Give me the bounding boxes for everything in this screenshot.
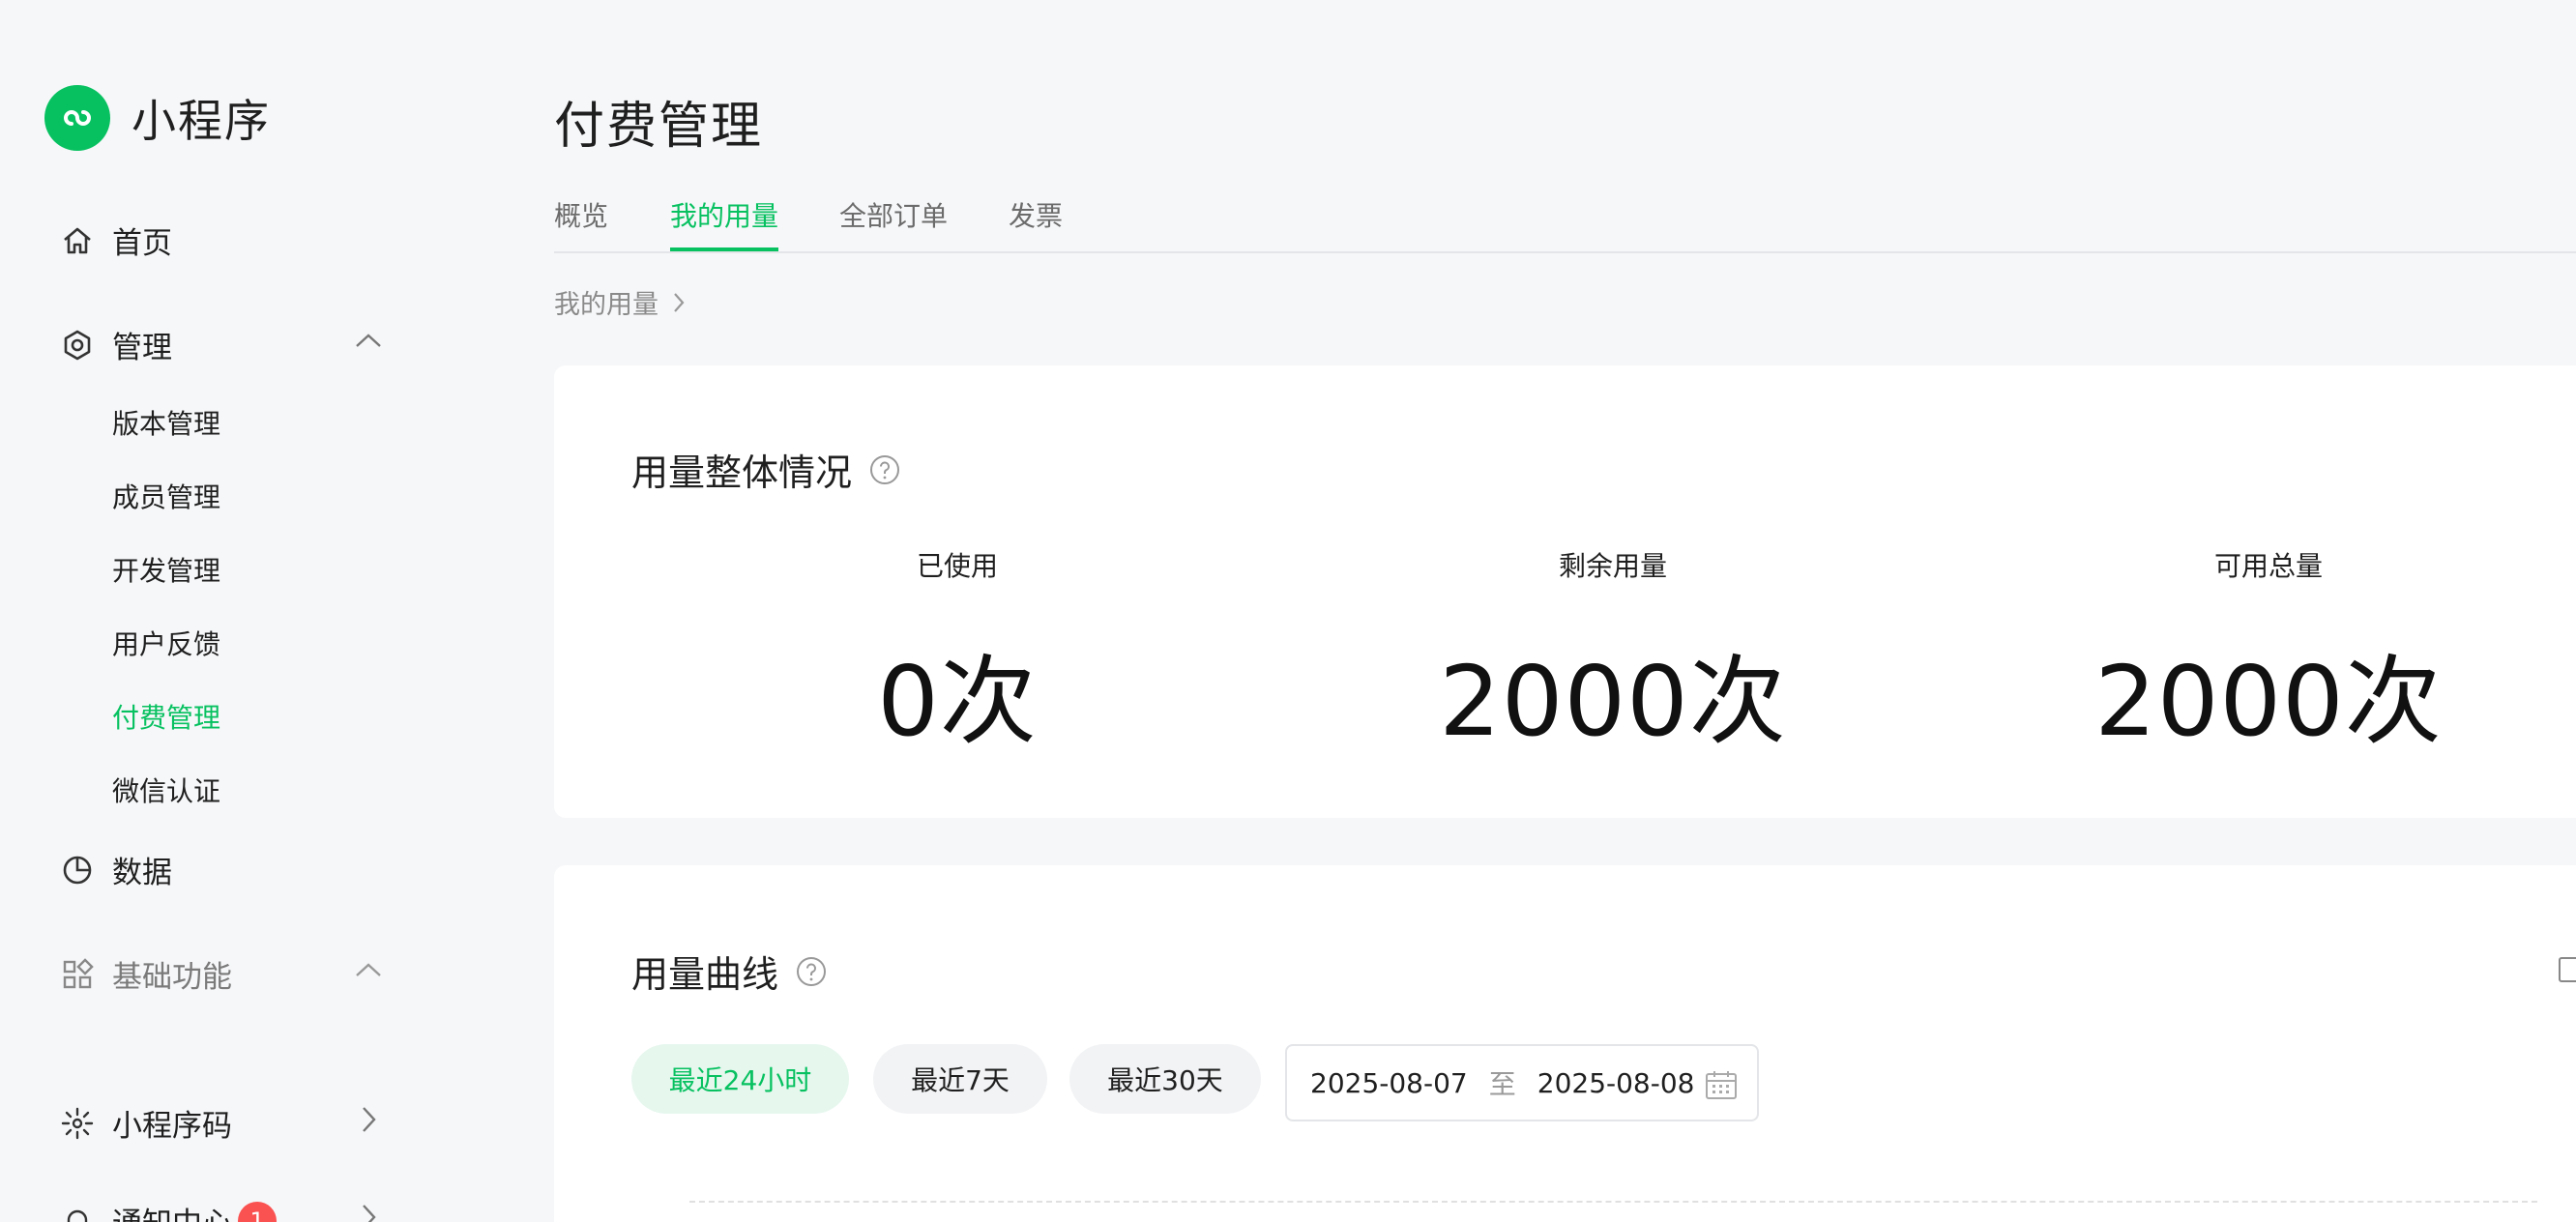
- help-icon[interactable]: [869, 454, 900, 485]
- sunburst-code-icon: [60, 1106, 95, 1141]
- date-end: 2025-08-08: [1537, 1066, 1695, 1099]
- sidebar-subitem-members[interactable]: 成员管理: [112, 477, 220, 515]
- settings-hexagon-icon: [60, 328, 95, 363]
- range-30d-button[interactable]: 最近30天: [1069, 1044, 1261, 1114]
- sidebar-subitem-feedback[interactable]: 用户反馈: [112, 624, 220, 662]
- tab-invoice[interactable]: 发票: [1009, 195, 1063, 251]
- sidebar: 小程序 首页 管理 版本管理 成员管理 开发管理 用户反馈 付费管理 微信认证 …: [0, 0, 435, 1222]
- sidebar-item-qrcode[interactable]: 小程序码: [60, 1101, 232, 1145]
- brand-name: 小程序: [132, 95, 271, 147]
- sidebar-item-label: 通知中心: [112, 1199, 232, 1222]
- usage-overview-card: 用量整体情况 已使用 0次 剩余用量 2000次 可用总量 2000次: [554, 365, 2576, 818]
- tab-all-orders[interactable]: 全部订单: [839, 195, 948, 251]
- calendar-icon: [1705, 1069, 1738, 1100]
- stat-value: 0次: [877, 645, 1038, 758]
- sidebar-item-label: 管理: [112, 331, 172, 365]
- notification-badge: 1: [238, 1201, 277, 1222]
- stat-remaining: 剩余用量 2000次: [1420, 545, 1806, 763]
- sidebar-item-label: 基础功能: [112, 960, 232, 995]
- breadcrumb-label: 我的用量: [554, 290, 659, 320]
- mini-program-logo-icon: [44, 85, 110, 151]
- sidebar-subitem-dev[interactable]: 开发管理: [112, 550, 220, 589]
- brand[interactable]: 小程序: [44, 85, 271, 151]
- stat-total: 可用总量 2000次: [2075, 545, 2462, 763]
- tab-overview[interactable]: 概览: [554, 195, 608, 251]
- pie-chart-icon: [60, 853, 95, 887]
- chevron-right-icon: [674, 292, 685, 312]
- stat-value: 2000次: [1439, 645, 1787, 758]
- card-title-text: 用量曲线: [631, 953, 779, 996]
- stat-used: 已使用 0次: [764, 545, 1151, 763]
- date-start: 2025-08-07: [1310, 1066, 1468, 1099]
- sidebar-item-home[interactable]: 首页: [60, 218, 172, 262]
- grid-apps-icon: [60, 957, 95, 992]
- sidebar-subitem-payment[interactable]: 付费管理: [112, 697, 220, 736]
- stat-value: 2000次: [2094, 645, 2443, 758]
- bell-icon: [60, 1204, 95, 1222]
- tab-bar: 概览 我的用量 全部订单 发票: [554, 189, 2576, 253]
- chevron-up-icon[interactable]: [354, 326, 383, 355]
- help-icon[interactable]: [796, 956, 827, 987]
- sidebar-item-label: 小程序码: [112, 1109, 232, 1144]
- tab-my-usage[interactable]: 我的用量: [670, 195, 779, 251]
- sidebar-item-notify[interactable]: 通知中心 1: [60, 1199, 277, 1222]
- sidebar-item-basic[interactable]: 基础功能: [60, 952, 232, 996]
- sidebar-item-label: 首页: [112, 226, 172, 261]
- usage-curve-title: 用量曲线: [631, 945, 827, 998]
- sidebar-item-data[interactable]: 数据: [60, 848, 172, 891]
- sidebar-subitem-wechat-auth[interactable]: 微信认证: [112, 771, 220, 809]
- chart-gridline: [689, 1201, 2537, 1203]
- stat-label: 已使用: [916, 550, 998, 582]
- sidebar-item-label: 数据: [112, 856, 172, 890]
- sidebar-subitem-version[interactable]: 版本管理: [112, 403, 220, 442]
- page-title: 付费管理: [554, 98, 764, 156]
- home-icon: [60, 223, 95, 258]
- card-title-text: 用量整体情况: [631, 451, 853, 494]
- usage-overview-title: 用量整体情况: [631, 443, 900, 496]
- usage-curve-card: 用量曲线 最近24小时 最近7天 最近30天 2025-08-07 至 2025…: [554, 865, 2576, 1222]
- range-24h-button[interactable]: 最近24小时: [631, 1044, 849, 1114]
- sidebar-item-manage[interactable]: 管理: [60, 323, 172, 366]
- range-7d-button[interactable]: 最近7天: [873, 1044, 1047, 1114]
- date-separator: 至: [1488, 1068, 1516, 1100]
- chevron-right-icon[interactable]: [354, 1203, 383, 1222]
- stat-label: 剩余用量: [1558, 550, 1667, 582]
- chevron-up-icon[interactable]: [354, 955, 383, 984]
- chevron-right-icon[interactable]: [354, 1105, 383, 1134]
- stat-label: 可用总量: [2213, 550, 2323, 582]
- date-range-picker[interactable]: 2025-08-07 至 2025-08-08: [1285, 1044, 1759, 1121]
- breadcrumb[interactable]: 我的用量: [554, 283, 686, 321]
- export-icon[interactable]: [2557, 955, 2576, 984]
